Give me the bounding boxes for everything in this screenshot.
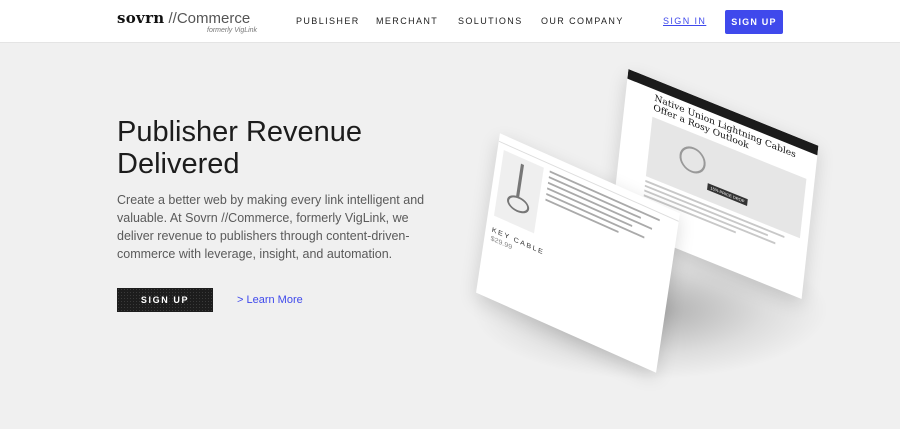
nav-link-publisher[interactable]: PUBLISHER [296,16,360,26]
product-image [494,149,544,234]
logo-wordmark: sovrn//Commerce [117,9,250,28]
hero-title-line-2: Delivered [117,148,240,180]
sign-in-link[interactable]: SIGN IN [663,16,706,26]
cable-ring-graphic [678,142,707,178]
cable-coil-graphic [505,191,531,217]
logo-subtitle: formerly VigLink [207,27,258,34]
top-navigation: sovrn//Commerce formerly VigLink PUBLISH… [0,0,900,43]
price-drop-tag: 15% PRICE DROP [707,183,748,206]
hero-description: Create a better web by making every link… [117,193,425,261]
phone-mockup-illustration: Native Union Lightning Cables Offer a Ro… [440,69,860,390]
learn-more-link[interactable]: > Learn More [237,294,303,306]
logo-product: //Commerce [168,10,251,27]
hero-sign-up-button[interactable]: SIGN UP [117,288,213,312]
cable-cord-graphic [515,163,524,199]
nav-link-our-company[interactable]: OUR COMPANY [541,16,624,26]
hero-title-line-1: Publisher Revenue [117,116,363,148]
hero-title: Publisher Revenue Delivered [117,116,437,180]
logo-brand: sovrn [117,9,165,27]
nav-link-solutions[interactable]: SOLUTIONS [458,16,523,26]
sovrn-commerce-logo[interactable]: sovrn//Commerce formerly VigLink [117,9,262,35]
sign-up-button-nav[interactable]: SIGN UP [725,10,783,34]
nav-link-merchant[interactable]: MERCHANT [376,16,438,26]
